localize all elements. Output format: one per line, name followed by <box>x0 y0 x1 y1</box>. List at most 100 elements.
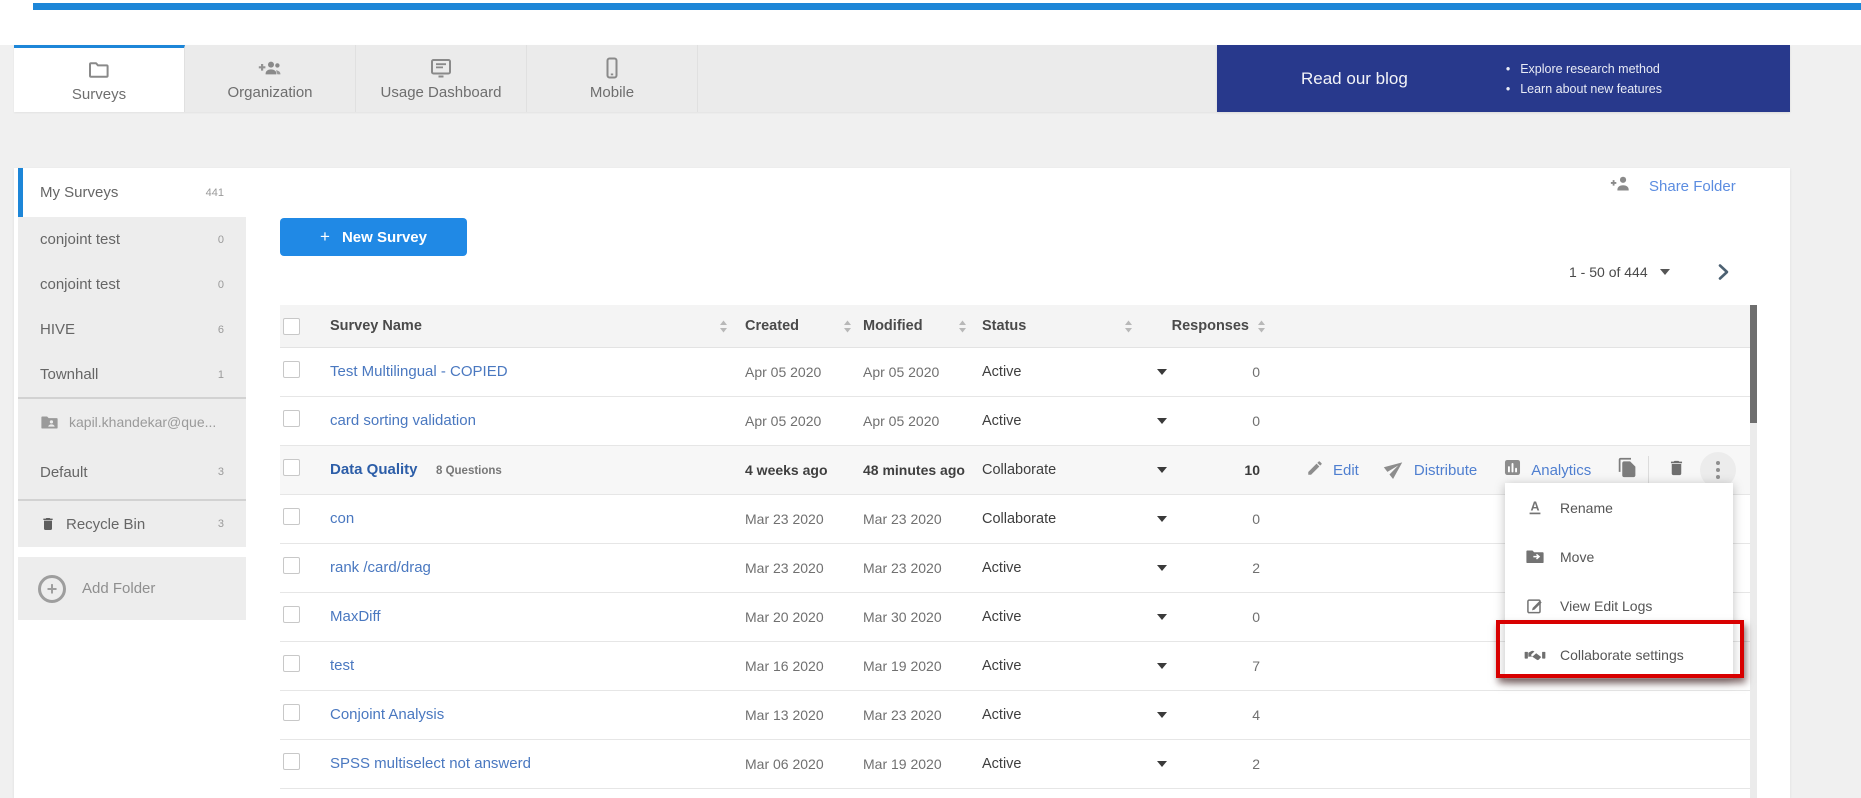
folder-count: 0 <box>218 279 224 291</box>
modified-cell: Apr 05 2020 <box>848 413 963 429</box>
table-header-row: Survey Name Created Modified Status Resp… <box>280 305 1750 348</box>
trash-icon <box>40 515 56 533</box>
tab-label: Organization <box>227 84 312 101</box>
distribute-button[interactable]: Distribute <box>1385 458 1477 483</box>
row-checkbox[interactable] <box>283 753 300 770</box>
status-dropdown-caret[interactable] <box>1157 516 1167 522</box>
modified-cell: Mar 19 2020 <box>848 756 963 772</box>
next-page-chevron[interactable] <box>1714 262 1732 282</box>
survey-name-link[interactable]: card sorting validation <box>330 412 476 429</box>
divider <box>1648 456 1649 484</box>
row-checkbox[interactable] <box>283 557 300 574</box>
folder-count: 441 <box>206 187 224 199</box>
sidebar-item-hive[interactable]: HIVE 6 <box>18 307 246 352</box>
top-strip <box>0 0 1861 45</box>
status-dropdown-caret[interactable] <box>1157 712 1167 718</box>
folder-label: kapil.khandekar@que... <box>69 414 224 430</box>
survey-name-link[interactable]: MaxDiff <box>330 608 381 625</box>
primary-nav: Surveys Organization Usage Dashboard Mob… <box>14 45 1217 112</box>
row-checkbox[interactable] <box>283 655 300 672</box>
plus-circle-icon: + <box>38 575 66 603</box>
menu-item-rename[interactable]: A Rename <box>1505 483 1733 532</box>
folder-count: 0 <box>218 234 224 246</box>
survey-name-link[interactable]: Test Multilingual - COPIED <box>330 363 508 380</box>
survey-manager-page: Surveys Organization Usage Dashboard Mob… <box>0 0 1861 798</box>
sidebar-item-conjoint-test-2[interactable]: conjoint test 0 <box>18 262 246 307</box>
banner-bullet-list: Explore research method Learn about new … <box>1506 62 1662 96</box>
new-survey-button[interactable]: + New Survey <box>280 218 467 256</box>
table-row: Conjoint Analysis Mar 13 2020 Mar 23 202… <box>280 691 1750 740</box>
responses-cell: 2 <box>1175 560 1290 576</box>
status-dropdown-caret[interactable] <box>1157 369 1167 375</box>
created-cell: Apr 05 2020 <box>730 364 848 380</box>
responses-cell: 10 <box>1175 462 1290 478</box>
modified-cell: Mar 23 2020 <box>848 511 963 527</box>
created-cell: Mar 23 2020 <box>730 511 848 527</box>
sidebar-item-conjoint-test-1[interactable]: conjoint test 0 <box>18 217 246 262</box>
survey-name-link[interactable]: Data Quality <box>330 461 418 478</box>
tab-organization[interactable]: Organization <box>185 45 356 112</box>
sidebar-item-townhall[interactable]: Townhall 1 <box>18 352 246 397</box>
column-header-status: Status <box>982 318 1026 334</box>
menu-item-move[interactable]: Move <box>1505 532 1733 581</box>
menu-item-view-edit-logs[interactable]: View Edit Logs <box>1505 581 1733 630</box>
tab-surveys[interactable]: Surveys <box>14 45 185 112</box>
tab-mobile[interactable]: Mobile <box>527 45 698 112</box>
table-scrollbar[interactable] <box>1750 305 1757 798</box>
pagination-dropdown-caret[interactable] <box>1660 269 1670 275</box>
sort-icon[interactable] <box>1124 320 1133 333</box>
scrollbar-thumb[interactable] <box>1750 305 1757 423</box>
table-row: Test Multilingual - COPIED Apr 05 2020 A… <box>280 348 1750 397</box>
row-checkbox[interactable] <box>283 361 300 378</box>
sidebar-item-recycle-bin[interactable]: Recycle Bin 3 <box>18 501 246 547</box>
read-our-blog-link[interactable]: Read our blog <box>1301 69 1408 89</box>
folder-count: 1 <box>218 369 224 381</box>
survey-name-link[interactable]: con <box>330 510 354 527</box>
responses-cell: 4 <box>1175 707 1290 723</box>
row-checkbox[interactable] <box>283 508 300 525</box>
tab-usage-dashboard[interactable]: Usage Dashboard <box>356 45 527 112</box>
main-panel: My Surveys 441 conjoint test 0 conjoint … <box>14 168 1790 798</box>
folder-label: conjoint test <box>40 231 210 248</box>
sidebar-item-my-surveys[interactable]: My Surveys 441 <box>18 168 246 217</box>
select-all-checkbox[interactable] <box>283 318 300 335</box>
sidebar-item-default[interactable]: Default 3 <box>18 445 246 499</box>
svg-text:A: A <box>1530 499 1539 513</box>
analytics-button[interactable]: Analytics <box>1503 458 1591 482</box>
folder-count: 3 <box>218 466 224 478</box>
share-folder-label: Share Folder <box>1649 178 1736 195</box>
status-dropdown-caret[interactable] <box>1157 663 1167 669</box>
status-dropdown-caret[interactable] <box>1157 614 1167 620</box>
row-checkbox[interactable] <box>283 410 300 427</box>
banner-bullet: Explore research method <box>1506 62 1662 76</box>
add-folder-button[interactable]: + Add Folder <box>18 557 246 620</box>
status-dropdown-caret[interactable] <box>1157 761 1167 767</box>
status-text: Active <box>982 609 1022 625</box>
row-context-menu: A Rename Move View Edit Logs C <box>1505 483 1733 679</box>
menu-item-collaborate-settings[interactable]: Collaborate settings <box>1505 630 1733 679</box>
row-checkbox[interactable] <box>283 704 300 721</box>
share-folder-button[interactable]: Share Folder <box>1610 174 1736 199</box>
survey-name-link[interactable]: SPSS multiselect not answerd <box>330 755 531 772</box>
sort-icon[interactable] <box>719 320 728 333</box>
copy-icon <box>1617 457 1638 483</box>
row-checkbox[interactable] <box>283 459 300 476</box>
delete-button[interactable] <box>1667 458 1686 483</box>
status-dropdown-caret[interactable] <box>1157 418 1167 424</box>
handshake-icon <box>1523 646 1547 664</box>
sidebar-item-shared-account[interactable]: kapil.khandekar@que... <box>18 399 246 445</box>
duplicate-button[interactable] <box>1617 457 1638 483</box>
status-text: Active <box>982 756 1022 772</box>
status-dropdown-caret[interactable] <box>1157 565 1167 571</box>
menu-item-label: Rename <box>1560 500 1613 516</box>
responses-cell: 0 <box>1175 413 1290 429</box>
folder-label: My Surveys <box>40 184 198 201</box>
status-dropdown-caret[interactable] <box>1157 467 1167 473</box>
survey-name-link[interactable]: Conjoint Analysis <box>330 706 444 723</box>
analytics-label: Analytics <box>1531 462 1591 479</box>
sort-icon[interactable] <box>1257 320 1266 333</box>
edit-button[interactable]: Edit <box>1306 459 1359 482</box>
row-checkbox[interactable] <box>283 606 300 623</box>
survey-name-link[interactable]: test <box>330 657 354 674</box>
survey-name-link[interactable]: rank /card/drag <box>330 559 431 576</box>
